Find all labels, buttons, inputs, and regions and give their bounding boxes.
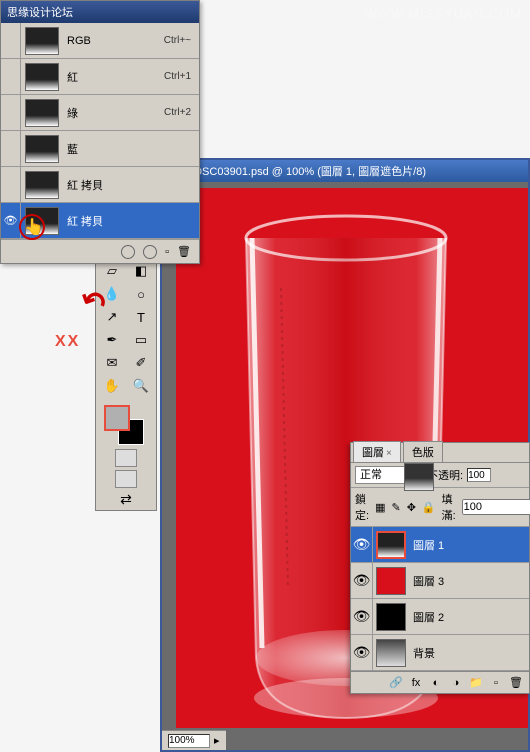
layer-name[interactable]: 背景 xyxy=(409,645,435,661)
close-tab-icon[interactable]: × xyxy=(386,448,392,459)
save-selection-icon[interactable] xyxy=(143,245,157,259)
watermark: WWW.MISSYUAN.COM xyxy=(364,6,522,21)
layer-row-3[interactable]: 👁 圖層 3 xyxy=(351,563,529,599)
channel-thumb xyxy=(25,135,59,163)
lock-paint-icon[interactable]: ✎ xyxy=(391,500,400,514)
channel-shortcut: Ctrl+2 xyxy=(164,107,191,118)
folder-icon[interactable]: 📁 xyxy=(469,676,483,690)
status-arrow-icon[interactable]: ▸ xyxy=(214,734,220,747)
layer-name[interactable]: 圖層 2 xyxy=(409,609,444,625)
foreground-swatch[interactable] xyxy=(104,405,130,431)
delete-channel-icon[interactable]: 🗑 xyxy=(177,245,191,258)
layer-row-1[interactable]: 👁 圖層 1 xyxy=(351,527,529,563)
channel-name: 紅 拷貝 xyxy=(63,213,199,229)
eyedrop-tool[interactable]: ✐ xyxy=(127,352,155,374)
visibility-toggle[interactable] xyxy=(1,59,21,95)
visibility-toggle[interactable] xyxy=(1,95,21,131)
layer-thumb[interactable] xyxy=(376,567,406,595)
new-layer-icon[interactable]: ▫ xyxy=(489,676,503,690)
layer-name[interactable]: 圖層 1 xyxy=(409,537,444,553)
channel-blue[interactable]: 藍 xyxy=(1,131,199,167)
lock-all-icon[interactable]: 🔒 xyxy=(422,500,436,514)
channels-footer: ▫ 🗑 xyxy=(1,239,199,263)
layer-row-bg[interactable]: 👁 背景 xyxy=(351,635,529,671)
fill-input[interactable] xyxy=(462,499,530,515)
lock-move-icon[interactable]: ✥ xyxy=(407,500,416,514)
channel-red-copy[interactable]: 紅 拷貝 xyxy=(1,167,199,203)
layer-options: 正常 不透明: xyxy=(351,463,529,488)
visibility-toggle[interactable] xyxy=(1,23,21,59)
zoom-input[interactable] xyxy=(168,734,210,748)
mask-icon[interactable]: ◐ xyxy=(429,676,443,690)
screenmode-icon[interactable] xyxy=(115,470,137,488)
layer-row-2[interactable]: 👁 圖層 2 xyxy=(351,599,529,635)
type-tool[interactable]: T xyxy=(127,306,155,328)
layer-thumb[interactable] xyxy=(376,639,406,667)
channel-thumb xyxy=(25,99,59,127)
link-icon[interactable]: 🔗 xyxy=(389,676,403,690)
layer-mask-thumb[interactable] xyxy=(376,531,406,559)
channel-rgb[interactable]: RGB Ctrl+~ xyxy=(1,23,199,59)
visibility-toggle[interactable]: 👁 xyxy=(351,527,373,563)
zoom-tool[interactable]: 🔍 xyxy=(127,375,155,397)
fx-icon[interactable]: fx xyxy=(409,676,423,690)
tab-layers[interactable]: 圖層× xyxy=(353,441,401,462)
status-bar: ▸ xyxy=(162,730,226,750)
opacity-input[interactable] xyxy=(467,468,491,482)
document-title: _DSC03901.psd @ 100% (圖層 1, 圖層遮色片/8) xyxy=(188,163,426,179)
channel-thumb xyxy=(25,171,59,199)
shape-tool[interactable]: ▭ xyxy=(127,329,155,351)
pen-tool[interactable]: ✒ xyxy=(98,329,126,351)
layers-footer: 🔗 fx ◐ ◑ 📁 ▫ 🗑 xyxy=(351,671,529,693)
quickmask-icon[interactable] xyxy=(115,449,137,467)
visibility-toggle[interactable]: 👁 xyxy=(1,203,21,239)
adjustment-icon[interactable]: ◑ xyxy=(449,676,463,690)
tab-channels[interactable]: 色版 xyxy=(403,441,443,462)
channel-red[interactable]: 紅 Ctrl+1 xyxy=(1,59,199,95)
layer-thumb[interactable] xyxy=(404,463,434,491)
lock-label: 鎖定: xyxy=(355,491,369,523)
hand-cursor-icon: 👆 xyxy=(24,217,44,237)
channel-shortcut: Ctrl+1 xyxy=(164,71,191,82)
layers-panel: 圖層× 色版 正常 不透明: 鎖定: ▦ ✎ ✥ 🔒 填滿: 👁 圖層 1 👁 … xyxy=(350,442,530,694)
jump-icon[interactable]: ⇄ xyxy=(120,491,132,508)
visibility-toggle[interactable]: 👁 xyxy=(351,635,373,671)
layer-name[interactable]: 圖層 3 xyxy=(409,573,444,589)
channel-shortcut: Ctrl+~ xyxy=(164,35,191,46)
channel-green[interactable]: 綠 Ctrl+2 xyxy=(1,95,199,131)
channel-thumb xyxy=(25,27,59,55)
visibility-toggle[interactable] xyxy=(1,131,21,167)
annotation-xx: XX xyxy=(55,333,80,351)
color-swatches[interactable] xyxy=(98,401,154,443)
channels-title: 思缘设计论坛 xyxy=(1,1,199,23)
new-channel-icon[interactable]: ▫ xyxy=(165,246,169,258)
lock-transparency-icon[interactable]: ▦ xyxy=(375,500,385,514)
channel-name: 藍 xyxy=(63,141,199,157)
load-selection-icon[interactable] xyxy=(121,245,135,259)
channel-thumb xyxy=(25,63,59,91)
fill-label: 填滿: xyxy=(442,491,456,523)
hand-tool[interactable]: ✋ xyxy=(98,375,126,397)
visibility-toggle[interactable]: 👁 xyxy=(351,599,373,635)
layer-lock-row: 鎖定: ▦ ✎ ✥ 🔒 填滿: xyxy=(351,488,529,527)
visibility-toggle[interactable]: 👁 xyxy=(351,563,373,599)
layer-thumb[interactable] xyxy=(376,603,406,631)
visibility-toggle[interactable] xyxy=(1,167,21,203)
trash-icon[interactable]: 🗑 xyxy=(509,676,523,690)
notes-tool[interactable]: ✉ xyxy=(98,352,126,374)
channel-name: 紅 拷貝 xyxy=(63,177,199,193)
layers-tabs: 圖層× 色版 xyxy=(351,443,529,463)
document-titlebar[interactable]: Ps _DSC03901.psd @ 100% (圖層 1, 圖層遮色片/8) xyxy=(162,160,528,182)
dodge-tool[interactable]: ○ xyxy=(127,283,155,305)
